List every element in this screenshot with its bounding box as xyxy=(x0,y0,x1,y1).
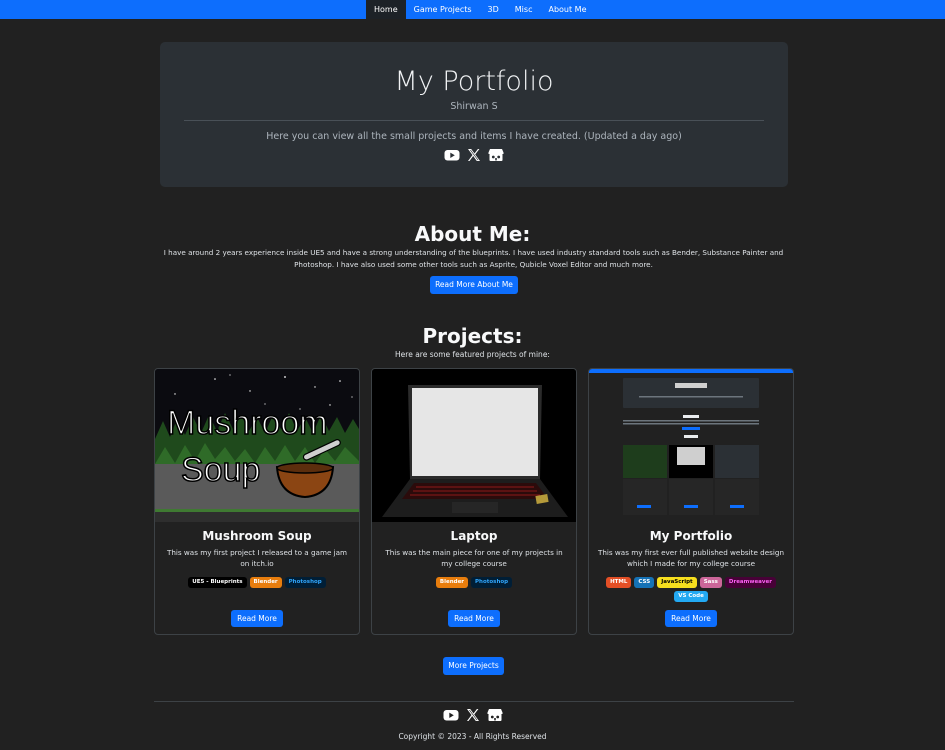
nav-item-misc[interactable]: Misc xyxy=(507,0,541,19)
card-text: This was my first project I released to … xyxy=(166,548,348,568)
itchio-icon[interactable] xyxy=(488,148,504,162)
author-name: Shirwan S xyxy=(450,101,498,112)
tag-sass: Sass xyxy=(699,577,722,588)
card-title: Mushroom Soup xyxy=(202,529,312,543)
card-text: This was my first ever full published we… xyxy=(597,548,785,568)
laptop-image[interactable] xyxy=(372,369,576,522)
x-icon[interactable] xyxy=(466,148,482,162)
card-title: Laptop xyxy=(450,529,498,543)
project-card-laptop: Laptop This was the main piece for one o… xyxy=(371,368,577,635)
tag-vs-code: VS Code xyxy=(674,591,708,602)
page-title: My Portfolio xyxy=(394,66,554,97)
youtube-icon[interactable] xyxy=(444,148,460,162)
project-card-mushroom-soup: Mushroom Soup Mushroom Soup This was my … xyxy=(154,368,360,635)
card-tags: HTML CSS JavaScript Sass Dreamweaver VS … xyxy=(597,577,785,602)
read-more-button[interactable]: Read More xyxy=(665,610,717,627)
tag-photoshop: Photoshop xyxy=(471,577,513,588)
tag-photoshop: Photoshop xyxy=(284,577,326,588)
hero-panel: My Portfolio Shirwan S Here you can view… xyxy=(160,42,788,187)
projects-intro: Here are some featured projects of mine: xyxy=(395,350,550,359)
card-title: My Portfolio xyxy=(649,529,733,543)
tag-dreamweaver: Dreamweaver xyxy=(724,577,776,588)
tag-css: CSS xyxy=(634,577,655,588)
hero-description: Here you can view all the small projects… xyxy=(266,131,682,142)
read-more-button[interactable]: Read More xyxy=(231,610,283,627)
hero-divider xyxy=(184,120,764,121)
nav-item-home[interactable]: Home xyxy=(366,0,406,19)
nav-item-about-me[interactable]: About Me xyxy=(540,0,594,19)
card-tags: Blender Photoshop xyxy=(380,577,568,588)
footer-divider xyxy=(154,701,794,702)
project-card-my-portfolio: My Portfolio This was my first ever full… xyxy=(588,368,794,635)
tag-html: HTML xyxy=(606,577,632,588)
more-projects-button[interactable]: More Projects xyxy=(443,657,504,675)
tag-javascript: JavaScript xyxy=(657,577,697,588)
copyright-text: Copyright © 2023 - All Rights Reserved xyxy=(398,732,547,741)
projects-heading: Projects: xyxy=(422,324,523,348)
tag-ue5-blueprints: UE5 - Blueprints xyxy=(188,577,247,588)
mushroom-soup-image[interactable]: Mushroom Soup xyxy=(155,369,359,522)
read-more-about-button[interactable]: Read More About Me xyxy=(430,276,518,294)
nav-item-game-projects[interactable]: Game Projects xyxy=(406,0,480,19)
x-icon[interactable] xyxy=(465,708,481,722)
youtube-icon[interactable] xyxy=(443,708,459,722)
navbar: Home Game Projects 3D Misc About Me xyxy=(0,0,945,19)
hero-social-links xyxy=(160,148,788,162)
nav-list: Home Game Projects 3D Misc About Me xyxy=(366,0,595,19)
footer-social-links xyxy=(0,708,945,722)
image-word-soup: Soup xyxy=(181,451,260,489)
portfolio-screenshot-image[interactable] xyxy=(589,369,793,522)
image-word-mushroom: Mushroom xyxy=(167,404,328,442)
card-text: This was the main piece for one of my pr… xyxy=(385,548,563,568)
nav-item-3d[interactable]: 3D xyxy=(480,0,507,19)
itchio-icon[interactable] xyxy=(487,708,503,722)
about-heading: About Me: xyxy=(414,222,531,246)
read-more-button[interactable]: Read More xyxy=(448,610,500,627)
tag-blender: Blender xyxy=(435,577,469,588)
about-text: I have around 2 years experience inside … xyxy=(163,248,784,269)
tag-blender: Blender xyxy=(249,577,282,588)
card-tags: UE5 - Blueprints Blender Photoshop xyxy=(163,577,351,588)
